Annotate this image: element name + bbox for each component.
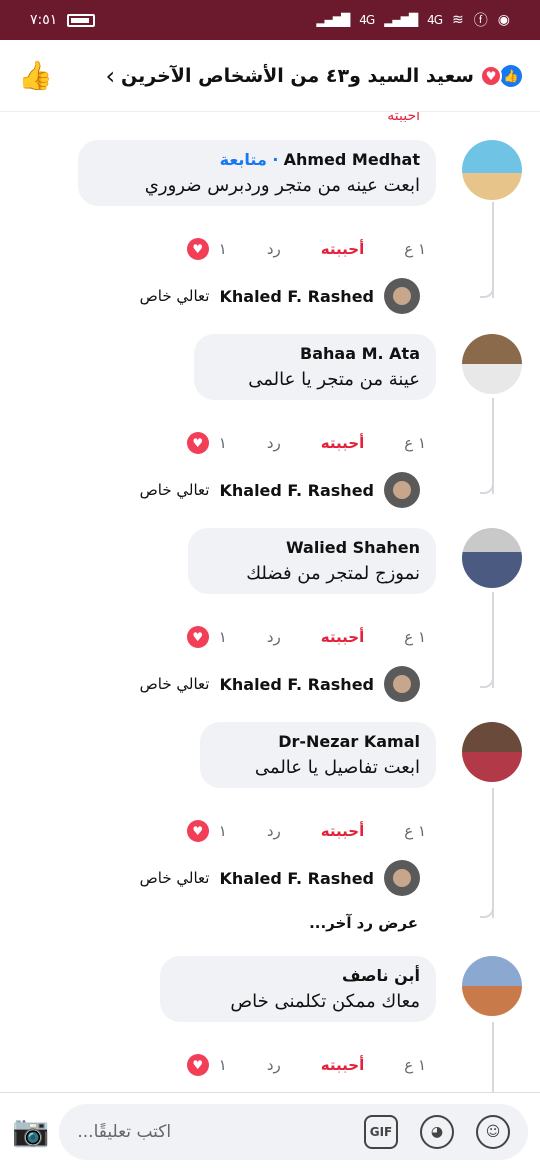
facebook-icon: ⓕ (473, 13, 488, 29)
avatar[interactable] (384, 860, 420, 896)
comment-actions: ١ ع أحببته رد ١ ♥ (186, 626, 426, 648)
comment-author[interactable]: Ahmed Medhat (284, 150, 420, 169)
comment-text: معاك ممكن تكلمنى خاص (230, 991, 420, 1012)
comment-actions: ١ ع أحببته رد ١ ♥ (186, 238, 426, 260)
reply-button[interactable]: رد (267, 822, 281, 840)
emoji-icon[interactable]: ☺ (476, 1114, 510, 1149)
messenger-icon: ◉ (497, 12, 510, 28)
comment-bubble[interactable]: Ahmed Medhat · متابعة ابعت عينه من متجر … (78, 140, 436, 206)
avatar[interactable] (462, 722, 522, 782)
avatar[interactable] (384, 666, 420, 702)
comment-time: ١ ع (404, 628, 426, 646)
reply-item[interactable]: Khaled F. Rashed تعالي خاص (140, 472, 420, 508)
comment-author[interactable]: Dr-Nezar Kamal (216, 732, 420, 751)
reply-author[interactable]: Khaled F. Rashed (219, 869, 374, 888)
comment-bubble[interactable]: أبن ناصف معاك ممكن تكلمنى خاص (160, 956, 436, 1022)
like-button[interactable]: أحببته (321, 434, 364, 452)
reply-text: تعالي خاص (139, 481, 210, 499)
comment-actions: ١ ع أحببته رد ١ ♥ (186, 1054, 426, 1076)
comment-time: ١ ع (404, 1056, 426, 1074)
reply-item[interactable]: Khaled F. Rashed تعالي خاص (140, 666, 420, 702)
like-reaction-icon: 👍 (500, 64, 522, 87)
reaction-count: ١ (218, 822, 227, 840)
reply-text: تعالي خاص (139, 287, 210, 305)
comment-time: ١ ع (404, 434, 426, 452)
status-time: ٧:٥١ (30, 12, 58, 28)
comment-bubble[interactable]: Bahaa M. Ata عينة من متجر يا عالمى (194, 334, 436, 400)
comment-time: ١ ع (404, 240, 426, 258)
comment-item: أبن ناصف معاك ممكن تكلمنى خاص ١ ع أحببته… (22, 956, 522, 1086)
wifi-icon: ≋ (452, 12, 464, 28)
reply-author[interactable]: Khaled F. Rashed (219, 675, 374, 694)
comments-feed: أحببته Ahmed Medhat · متابعة ابعت عينه م… (0, 112, 540, 1092)
avatar[interactable] (462, 956, 522, 1016)
like-button[interactable]: أحببته (321, 240, 364, 258)
comment-author[interactable]: Walied Shahen (204, 538, 420, 557)
reply-button[interactable]: رد (267, 1056, 281, 1074)
comment-item: Ahmed Medhat · متابعة ابعت عينه من متجر … (22, 140, 522, 320)
comment-author[interactable]: Bahaa M. Ata (210, 344, 420, 363)
network-label-1: 4G (427, 13, 443, 27)
signal-icon: ▂▄▆█ (316, 13, 350, 27)
reply-button[interactable]: رد (267, 240, 281, 258)
battery-icon (67, 13, 96, 27)
reaction-count: ١ (218, 434, 227, 452)
reply-button[interactable]: رد (267, 434, 281, 452)
status-bar: ٧:٥١ ▂▄▆█ 4G ▂▄▆█ 4G ≋ ⓕ ◉ (0, 0, 540, 40)
page-title: سعيد السيد و٤٣ من الأشخاص الآخرين (121, 64, 474, 87)
comment-composer: 📷 اكتب تعليقًا... GIF ◕ ☺ (0, 1092, 540, 1170)
sticker-icon[interactable]: ◕ (420, 1114, 454, 1149)
comment-actions: ١ ع أحببته رد ١ ♥ (186, 820, 426, 842)
previous-like-stub[interactable]: أحببته (387, 112, 420, 124)
like-button[interactable]: أحببته (321, 822, 364, 840)
comment-item: Bahaa M. Ata عينة من متجر يا عالمى ١ ع أ… (22, 334, 522, 514)
reaction-count: ١ (218, 628, 227, 646)
comment-author[interactable]: أبن ناصف (176, 966, 420, 985)
comment-text: ابعت عينه من متجر وردبرس ضروري (144, 175, 420, 196)
follow-link[interactable]: · متابعة (220, 150, 279, 169)
avatar[interactable] (462, 334, 522, 394)
comment-text: ابعت تفاصيل يا عالمى (254, 757, 420, 778)
like-button[interactable]: أحببته (321, 628, 364, 646)
comment-bubble[interactable]: Dr-Nezar Kamal ابعت تفاصيل يا عالمى (200, 722, 436, 788)
network-label-2: 4G (359, 13, 375, 27)
comment-bubble[interactable]: Walied Shahen نموزج لمتجر من فضلك (188, 528, 436, 594)
comment-actions: ١ ع أحببته رد ١ ♥ (186, 432, 426, 454)
love-reaction-icon: ♥ (480, 64, 502, 87)
reply-text: تعالي خاص (139, 869, 210, 887)
reply-author[interactable]: Khaled F. Rashed (219, 481, 374, 500)
reaction-count: ١ (218, 1056, 227, 1074)
reply-text: تعالي خاص (139, 675, 210, 693)
love-reaction-icon[interactable]: ♥ (186, 432, 209, 454)
gif-icon[interactable]: GIF (364, 1114, 398, 1149)
like-thumb-icon[interactable]: 👍 (18, 59, 53, 92)
reply-item[interactable]: Khaled F. Rashed تعالي خاص (140, 278, 420, 314)
comment-item: Dr-Nezar Kamal ابعت تفاصيل يا عالمى ١ ع … (22, 722, 522, 942)
love-reaction-icon[interactable]: ♥ (186, 626, 209, 648)
signal-icon: ▂▄▆█ (384, 13, 418, 27)
reaction-count: ١ (218, 240, 227, 258)
view-more-replies[interactable]: عرض رد آخر... (309, 914, 418, 932)
header: 👍 👍 ♥ سعيد السيد و٤٣ من الأشخاص الآخرين … (0, 40, 540, 112)
avatar[interactable] (384, 278, 420, 314)
chevron-right-icon[interactable]: › (105, 62, 115, 90)
avatar[interactable] (462, 140, 522, 200)
avatar[interactable] (384, 472, 420, 508)
love-reaction-icon[interactable]: ♥ (186, 820, 209, 842)
love-reaction-icon[interactable]: ♥ (186, 1054, 209, 1076)
camera-icon[interactable]: 📷 (12, 1114, 49, 1149)
comment-item: Walied Shahen نموزج لمتجر من فضلك ١ ع أح… (22, 528, 522, 708)
comment-text: نموزج لمتجر من فضلك (246, 563, 420, 584)
reactions-title[interactable]: 👍 ♥ سعيد السيد و٤٣ من الأشخاص الآخرين › (97, 62, 522, 90)
reply-button[interactable]: رد (267, 628, 281, 646)
love-reaction-icon[interactable]: ♥ (186, 238, 209, 260)
comment-text: عينة من متجر يا عالمى (248, 369, 420, 390)
comment-input[interactable]: اكتب تعليقًا... GIF ◕ ☺ (59, 1103, 528, 1160)
reply-item[interactable]: Khaled F. Rashed تعالي خاص (140, 860, 420, 896)
avatar[interactable] (462, 528, 522, 588)
reply-author[interactable]: Khaled F. Rashed (219, 287, 374, 306)
comment-time: ١ ع (404, 822, 426, 840)
like-button[interactable]: أحببته (321, 1056, 364, 1074)
comment-placeholder[interactable]: اكتب تعليقًا... (77, 1122, 171, 1142)
